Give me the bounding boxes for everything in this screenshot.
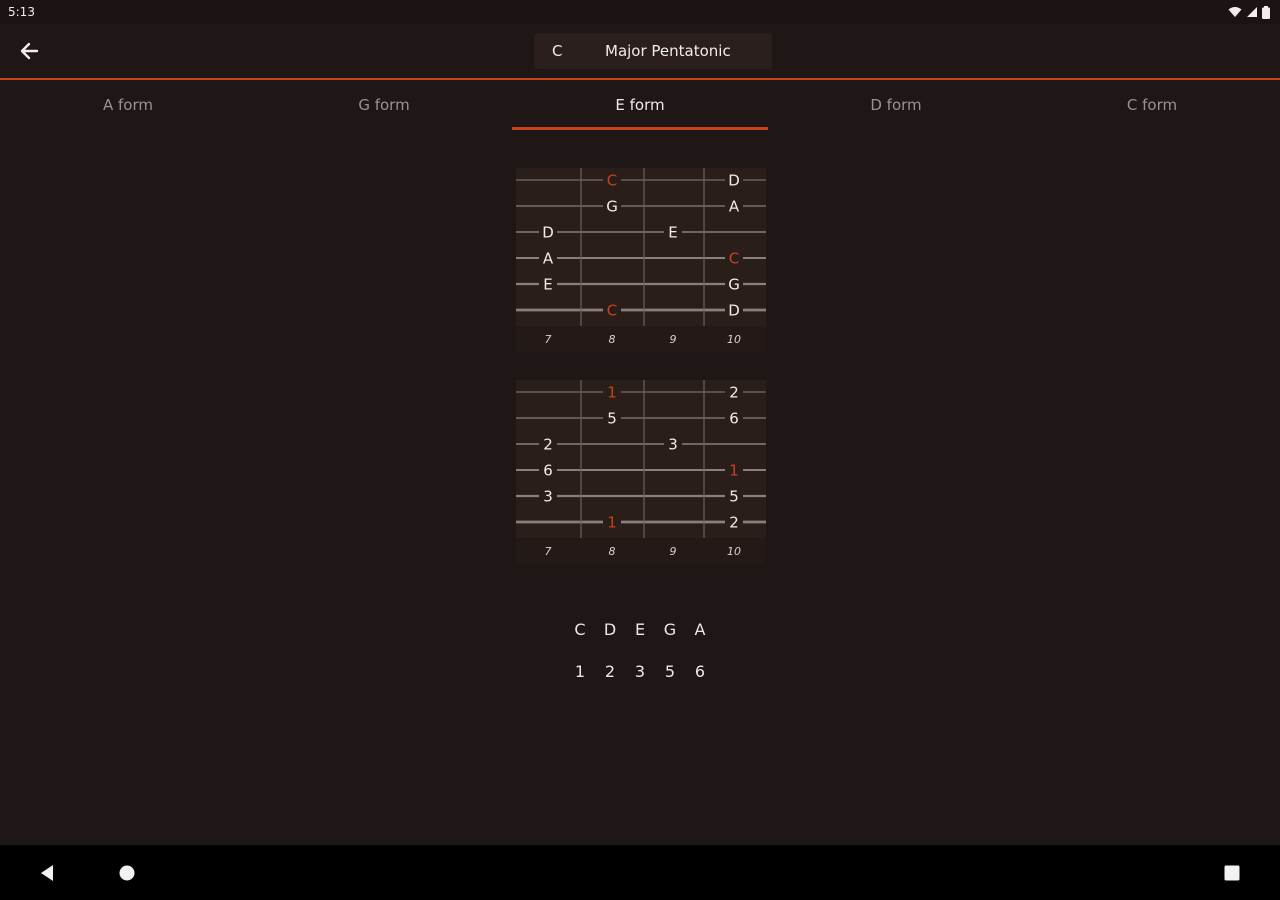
degree-fretboard: 1 2 5 6 2 3 6 1 3 5 1 2 — [516, 380, 766, 538]
scale-note: C — [574, 620, 586, 639]
scale-note: D — [603, 620, 617, 639]
note-marker: E — [668, 224, 677, 242]
scale-selector[interactable]: C Major Pentatonic — [534, 33, 772, 69]
fret-number: 10 — [727, 333, 741, 346]
system-nav-bar — [0, 845, 1280, 900]
scale-label[interactable]: Major Pentatonic — [605, 42, 731, 60]
scale-notes-row: C D E G A — [565, 620, 715, 644]
tab-c-form[interactable]: C form — [1024, 80, 1280, 130]
note-marker: 6 — [729, 410, 739, 428]
back-button[interactable] — [14, 36, 44, 66]
root-note-marker: 1 — [729, 462, 739, 480]
arrow-left-icon — [20, 42, 39, 60]
root-note-marker: 1 — [607, 384, 617, 402]
scale-note: G — [663, 620, 677, 639]
note-marker: A — [729, 198, 740, 216]
note-marker: 2 — [729, 384, 739, 402]
signal-icon — [1247, 7, 1257, 17]
tab-g-form[interactable]: G form — [256, 80, 512, 130]
scale-degree: 1 — [574, 662, 586, 681]
note-marker: D — [728, 302, 740, 320]
scale-degree: 6 — [694, 662, 706, 681]
tab-e-form[interactable]: E form — [512, 80, 768, 130]
fret-number: 9 — [670, 333, 677, 346]
fret-number: 8 — [609, 333, 616, 346]
home-circle-icon[interactable] — [118, 864, 136, 882]
note-fretboard-diagram: CDGADEACEGCD 7 8 9 10 — [516, 168, 766, 352]
degree-fretboard-diagram: 1 2 5 6 2 3 6 1 3 5 1 2 7 8 9 10 — [516, 380, 766, 564]
note-marker: G — [728, 276, 740, 294]
status-bar: 5:13 — [0, 0, 1280, 24]
root-note-marker: 1 — [607, 514, 617, 532]
note-marker: 3 — [668, 436, 678, 454]
note-marker: 3 — [543, 488, 553, 506]
note-marker: D — [728, 172, 740, 190]
status-time: 5:13 — [8, 5, 35, 19]
scale-degrees-row: 1 2 3 5 6 — [565, 662, 715, 686]
fret-number: 10 — [727, 545, 741, 558]
scale-note: E — [634, 620, 646, 639]
note-marker: A — [543, 250, 554, 268]
scale-degree: 3 — [634, 662, 646, 681]
battery-icon — [1262, 5, 1270, 19]
note-marker: 5 — [607, 410, 617, 428]
note-fretboard: C DG AD EA CE GC D — [516, 168, 766, 326]
back-triangle-icon[interactable] — [38, 864, 56, 882]
fret-number-row: 7 8 9 10 — [516, 326, 766, 352]
fret-number: 9 — [670, 545, 677, 558]
note-marker: 6 — [543, 462, 553, 480]
tab-d-form[interactable]: D form — [768, 80, 1024, 130]
fret-number-row: 7 8 9 10 — [516, 538, 766, 564]
note-marker: 2 — [729, 514, 739, 532]
root-note-marker: C — [729, 250, 739, 268]
scale-degree: 5 — [664, 662, 676, 681]
fret-number: 7 — [545, 333, 552, 346]
fret-number: 7 — [545, 545, 552, 558]
wifi-icon — [1228, 7, 1242, 17]
fret-number: 8 — [609, 545, 616, 558]
status-icons — [1228, 5, 1270, 19]
recents-square-icon[interactable] — [1223, 864, 1241, 882]
note-marker: G — [606, 198, 618, 216]
key-label[interactable]: C — [552, 42, 562, 60]
form-tabs: A form G form E form D form C form — [0, 80, 1280, 130]
note-marker: 2 — [543, 436, 553, 454]
root-note-marker: C — [607, 172, 617, 190]
active-tab-indicator — [512, 127, 768, 130]
scale-note: A — [694, 620, 706, 639]
app-bar: C Major Pentatonic — [0, 24, 1280, 78]
tab-a-form[interactable]: A form — [0, 80, 256, 130]
note-marker: E — [543, 276, 552, 294]
scale-degree: 2 — [604, 662, 616, 681]
note-marker: D — [542, 224, 554, 242]
note-marker: 5 — [729, 488, 739, 506]
root-note-marker: C — [607, 302, 617, 320]
